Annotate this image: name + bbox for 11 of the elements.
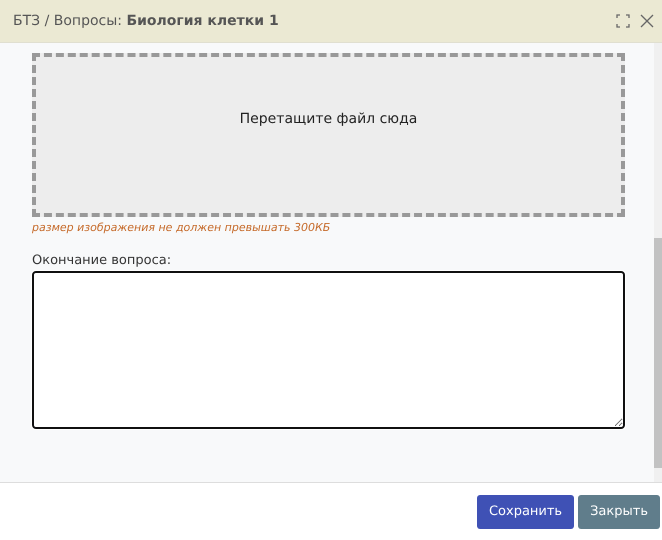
dropzone-label: Перетащите файл сюда (240, 111, 418, 127)
size-hint: размер изображения не должен превышать 300КБ (32, 221, 330, 234)
save-button[interactable]: Сохранить (476, 494, 574, 528)
close-icon[interactable] (640, 14, 654, 28)
file-dropzone[interactable]: Перетащите файл сюда (32, 53, 625, 217)
scrollbar[interactable] (654, 43, 662, 482)
maximize-icon[interactable] (616, 14, 630, 28)
question-ending-field[interactable] (32, 271, 625, 429)
close-button[interactable]: Закрыть (578, 494, 660, 528)
dialog-title: БТЗ / Вопросы: Биология клетки 1 (13, 13, 280, 29)
field-label: Окончание вопроса: (32, 253, 172, 268)
